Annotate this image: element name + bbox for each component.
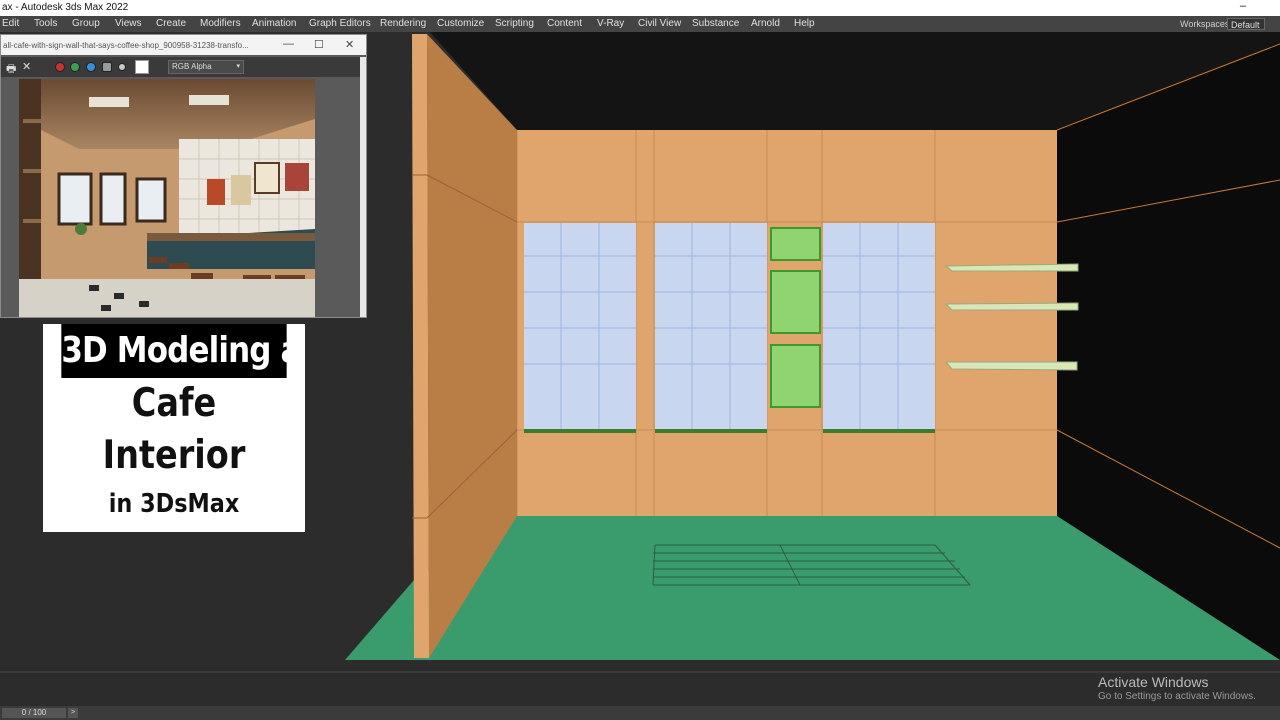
- print-icon[interactable]: 🖶: [6, 60, 16, 79]
- next-frame-button[interactable]: >: [68, 708, 78, 718]
- menu-content[interactable]: Content: [547, 18, 582, 29]
- app-title: ax - Autodesk 3ds Max 2022: [2, 2, 129, 13]
- workspaces-label: Workspaces:: [1180, 19, 1232, 29]
- green-panel-bottom: [770, 344, 821, 408]
- blue-channel-icon[interactable]: [86, 62, 96, 72]
- red-channel-icon[interactable]: [55, 62, 65, 72]
- menu-substance[interactable]: Substance: [692, 18, 739, 29]
- render-window-titlebar[interactable]: all-cafe-with-sign-wall-that-says-coffee…: [1, 35, 366, 55]
- menu-tools[interactable]: Tools: [34, 18, 57, 29]
- channel-value: RGB Alpha: [172, 62, 212, 71]
- minimize-button[interactable]: –: [1240, 0, 1246, 12]
- menu-views[interactable]: Views: [115, 18, 142, 29]
- cafe-reference-picture: [19, 79, 315, 317]
- title-line-3: Interior: [102, 433, 246, 478]
- shelf-middle: [944, 302, 1079, 311]
- menu-civil-view[interactable]: Civil View: [638, 18, 681, 29]
- render-minimize-button[interactable]: —: [283, 38, 294, 50]
- render-scrollbar[interactable]: [360, 57, 366, 317]
- rendered-frame-window[interactable]: all-cafe-with-sign-wall-that-says-coffee…: [0, 34, 367, 318]
- title-line-4: in 3DsMax: [108, 489, 240, 519]
- color-swatch[interactable]: [135, 60, 149, 74]
- clear-icon[interactable]: ✕: [22, 60, 31, 73]
- render-close-button[interactable]: ✕: [345, 38, 354, 51]
- video-title-card: 3D Modeling a Cafe Interior in 3DsMax: [43, 324, 305, 532]
- main-menu-bar: Edit Tools Group Views Create Modifiers …: [0, 16, 1280, 32]
- activate-windows-watermark: Activate Windows Go to Settings to activ…: [1098, 674, 1256, 702]
- mono-channel-icon[interactable]: [118, 63, 126, 71]
- title-line-1: 3D Modeling a: [61, 324, 301, 378]
- watermark-title: Activate Windows: [1098, 674, 1209, 690]
- channel-dropdown[interactable]: RGB Alpha ▾: [168, 60, 244, 74]
- watermark-subtitle: Go to Settings to activate Windows.: [1098, 691, 1256, 702]
- menu-help[interactable]: Help: [794, 18, 815, 29]
- window-right: [823, 223, 935, 433]
- menu-customize[interactable]: Customize: [437, 18, 484, 29]
- green-panel-middle: [770, 270, 821, 334]
- render-maximize-button[interactable]: ☐: [314, 38, 324, 51]
- workspaces-dropdown[interactable]: Default: [1227, 18, 1265, 30]
- menu-vray[interactable]: V-Ray: [597, 18, 624, 29]
- menu-modifiers[interactable]: Modifiers: [200, 18, 241, 29]
- render-filename: all-cafe-with-sign-wall-that-says-coffee…: [3, 41, 249, 50]
- render-toolbar: 🖶 ✕ RGB Alpha ▾: [1, 57, 360, 77]
- window-center: [655, 223, 767, 433]
- time-slider[interactable]: 0 / 100: [2, 708, 66, 718]
- title-line-2: Cafe: [131, 381, 217, 426]
- rendered-cafe-image: [19, 79, 315, 317]
- chevron-down-icon: ▾: [236, 63, 240, 70]
- time-slider-bar: 0 / 100 >: [0, 706, 1280, 720]
- menu-edit[interactable]: Edit: [2, 18, 19, 29]
- menu-scripting[interactable]: Scripting: [495, 18, 534, 29]
- window-left: [524, 223, 636, 433]
- green-panel-top: [770, 227, 821, 261]
- green-channel-icon[interactable]: [70, 62, 80, 72]
- app-titlebar: ax - Autodesk 3ds Max 2022 –: [0, 0, 1280, 16]
- menu-arnold[interactable]: Arnold: [751, 18, 780, 29]
- left-wall-edge: [412, 34, 429, 658]
- alpha-channel-icon[interactable]: [102, 62, 112, 72]
- menu-create[interactable]: Create: [156, 18, 186, 29]
- menu-animation[interactable]: Animation: [252, 18, 296, 29]
- shelf-bottom: [944, 361, 1078, 371]
- menu-rendering[interactable]: Rendering: [380, 18, 426, 29]
- menu-group[interactable]: Group: [72, 18, 100, 29]
- menu-graph-editors[interactable]: Graph Editors: [309, 18, 371, 29]
